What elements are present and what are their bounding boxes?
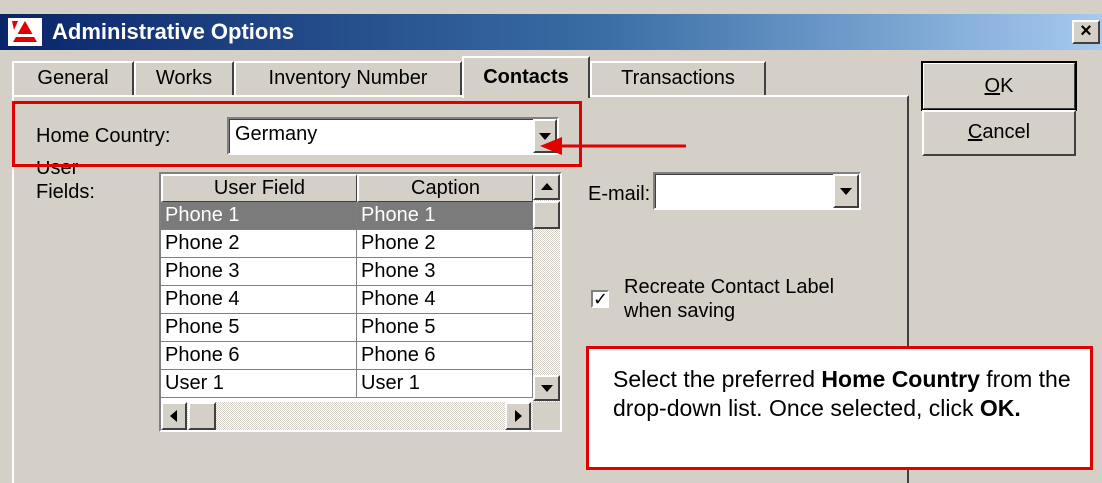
tab-label: Contacts — [483, 66, 569, 88]
tab-contacts[interactable]: Contacts — [462, 56, 590, 98]
callout-emphasis: OK. — [979, 395, 1021, 421]
instruction-callout: Select the preferred Home Country from t… — [586, 346, 1093, 470]
callout-text: Select the preferred — [613, 366, 822, 392]
callout-emphasis: Home Country — [821, 366, 980, 392]
